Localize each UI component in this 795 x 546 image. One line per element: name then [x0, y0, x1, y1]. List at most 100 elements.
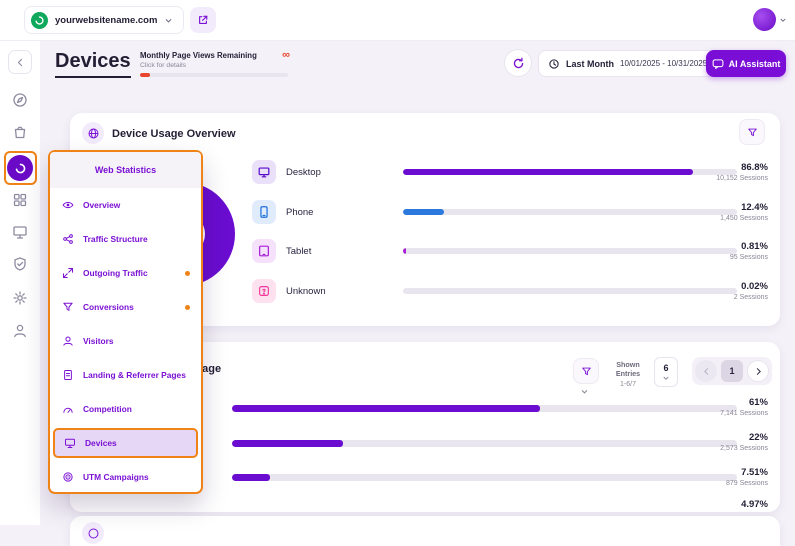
device-sessions: 10,152 Sessions — [716, 175, 768, 182]
sidebar-item-orders[interactable] — [12, 124, 28, 140]
site-logo-icon — [31, 12, 48, 29]
usage-bar — [232, 474, 737, 481]
prev-page-button[interactable] — [695, 360, 717, 382]
device-stats: 86.8% 10,152 Sessions — [716, 162, 768, 182]
usage-percent: 7.51% — [726, 467, 768, 478]
sidebar-item-web-statistics[interactable] — [7, 155, 33, 181]
user-icon — [62, 335, 74, 347]
menu-item-utm-campaigns[interactable]: UTM Campaigns — [50, 460, 201, 494]
phone-icon — [252, 200, 276, 224]
top-bar: yourwebsitename.com — [0, 0, 795, 41]
usage-stats: 4.97% — [741, 499, 768, 510]
sidebar-item-screens[interactable] — [12, 224, 28, 240]
sidebar-item-security[interactable] — [12, 256, 28, 272]
filter-button[interactable] — [739, 119, 765, 145]
shown-entries-range: 1-6/7 — [604, 381, 652, 388]
device-sessions: 1,450 Sessions — [720, 215, 768, 222]
refresh-button[interactable] — [504, 49, 532, 77]
user-menu[interactable] — [753, 8, 787, 31]
page-size-select[interactable]: 6 — [654, 357, 678, 387]
infinity-value: ∞ — [282, 51, 290, 59]
device-sessions: 95 Sessions — [730, 254, 768, 261]
unknown-device-icon — [252, 279, 276, 303]
chevron-down-icon[interactable] — [580, 387, 589, 396]
chevron-down-icon — [662, 374, 670, 382]
refresh-icon — [512, 57, 525, 70]
chevron-down-icon — [779, 16, 787, 24]
page-icon — [62, 369, 74, 381]
device-sessions: 2 Sessions — [734, 294, 768, 301]
usage-sessions: 2,573 Sessions — [720, 445, 768, 452]
usage-percent: 4.97% — [741, 499, 768, 510]
usage-stats: 22% 2,573 Sessions — [720, 432, 768, 452]
menu-item-landing-referrer-pages[interactable]: Landing & Referrer Pages — [50, 358, 201, 392]
eye-icon — [62, 199, 74, 211]
quota-progress-bar — [140, 73, 288, 77]
date-range-value: 10/01/2025 - 10/31/2025 — [620, 59, 707, 68]
site-selector[interactable]: yourwebsitename.com — [24, 6, 184, 34]
monitor-icon — [12, 224, 28, 240]
arrows-out-icon — [62, 267, 74, 279]
menu-item-label: Visitors — [83, 336, 114, 346]
menu-item-label: Outgoing Traffic — [83, 268, 148, 278]
quota-progress-fill — [140, 73, 150, 77]
notification-dot — [185, 305, 190, 310]
menu-item-competition[interactable]: Competition — [50, 392, 201, 426]
share-nodes-icon — [62, 233, 74, 245]
usage-percent: 22% — [720, 432, 768, 443]
page-number[interactable]: 1 — [721, 360, 743, 382]
gauge-icon — [62, 403, 74, 415]
web-statistics-menu: Web Statistics Overview Traffic Structur… — [48, 150, 203, 494]
sidebar-item-settings[interactable] — [12, 290, 28, 306]
sidebar-item-profile[interactable] — [12, 323, 28, 339]
open-site-button[interactable] — [190, 7, 216, 33]
menu-item-label: Conversions — [83, 302, 134, 312]
device-percent: 12.4% — [720, 202, 768, 213]
device-percent: 0.81% — [730, 241, 768, 252]
arrow-left-icon — [15, 57, 26, 68]
next-card-partial — [70, 516, 780, 546]
device-label: Tablet — [286, 246, 311, 257]
menu-item-visitors[interactable]: Visitors — [50, 324, 201, 358]
usage-sessions: 7,141 Sessions — [720, 410, 768, 417]
sidebar-item-apps[interactable] — [12, 192, 28, 208]
filter-button[interactable] — [573, 358, 599, 384]
menu-item-devices[interactable]: Devices — [53, 428, 198, 458]
quota-details-link[interactable]: Click for details — [140, 62, 290, 69]
compass-icon — [12, 92, 28, 108]
next-page-button[interactable] — [747, 360, 769, 382]
menu-title: Web Statistics — [50, 152, 201, 188]
date-range-selector[interactable]: Last Month 10/01/2025 - 10/31/2025 — [538, 50, 731, 77]
device-bar — [403, 209, 737, 215]
device-label: Desktop — [286, 167, 321, 178]
bullseye-icon — [62, 471, 74, 483]
device-bar — [403, 169, 737, 175]
pagination: 1 — [692, 357, 772, 385]
usage-bar-fill — [232, 440, 343, 447]
ai-assistant-button[interactable]: AI Assistant — [706, 50, 786, 77]
filter-icon — [581, 366, 592, 377]
icon-sidebar — [0, 41, 40, 525]
menu-item-outgoing-traffic[interactable]: Outgoing Traffic — [50, 256, 201, 290]
menu-item-traffic-structure[interactable]: Traffic Structure — [50, 222, 201, 256]
menu-item-overview[interactable]: Overview — [50, 188, 201, 222]
desktop-icon — [252, 160, 276, 184]
device-stats: 0.02% 2 Sessions — [734, 281, 768, 301]
quota-title: Monthly Page Views Remaining — [140, 51, 257, 60]
usage-bar — [232, 440, 737, 447]
tablet-icon — [252, 239, 276, 263]
collapse-sidebar-button[interactable] — [8, 50, 32, 74]
user-icon — [12, 323, 28, 339]
ai-assistant-label: AI Assistant — [729, 59, 781, 69]
shield-icon — [12, 256, 28, 272]
card-icon — [82, 522, 104, 544]
sidebar-item-explore[interactable] — [12, 92, 28, 108]
globe-icon — [82, 122, 104, 144]
usage-bar-fill — [232, 474, 270, 481]
menu-item-conversions[interactable]: Conversions — [50, 290, 201, 324]
menu-item-label: Overview — [83, 200, 120, 210]
quota-widget: Monthly Page Views Remaining ∞ Click for… — [140, 51, 290, 77]
usage-bar-fill — [232, 405, 540, 412]
period-label: Last Month — [566, 59, 614, 69]
shopping-bag-icon — [12, 124, 28, 140]
